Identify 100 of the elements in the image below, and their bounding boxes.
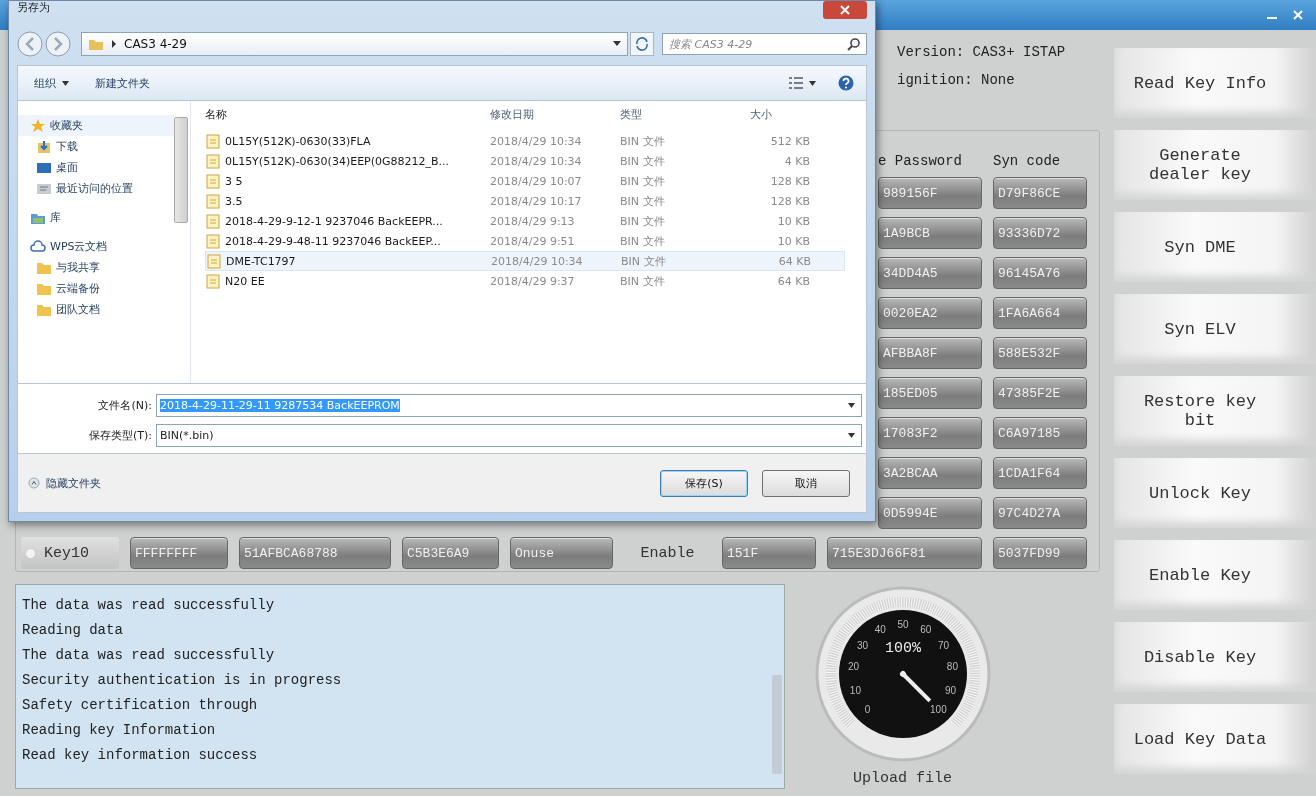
search-icon [847, 37, 861, 51]
file-icon [205, 233, 221, 249]
back-icon[interactable] [17, 31, 43, 57]
column-header[interactable]: 大小 [720, 107, 810, 122]
hide-folders-toggle[interactable]: 隐藏文件夹 [28, 475, 101, 491]
table-cell: 97C4D27A [993, 497, 1087, 529]
organize-menu[interactable]: 组织 [30, 73, 73, 93]
folder-icon [88, 37, 104, 51]
action-button[interactable]: Syn DME [1114, 212, 1316, 282]
file-icon [205, 193, 221, 209]
caret-icon[interactable] [613, 41, 621, 47]
table-cell: 1A9BCB [878, 217, 982, 249]
path-segment[interactable]: CAS3 4-29 [124, 37, 187, 51]
table-cell: D79F86CE [993, 177, 1087, 209]
action-button[interactable]: Enable Key [1114, 540, 1316, 610]
file-size: 10 KB [776, 214, 810, 228]
file-name: 0L15Y(512K)-0630(34)EEP(0G88212_B... [225, 154, 450, 168]
table-cell: 1FA6A664 [993, 297, 1087, 329]
caret-icon [809, 80, 816, 86]
file-icon [205, 173, 221, 189]
help-icon[interactable] [838, 75, 854, 91]
file-row[interactable]: 2018-4-29-9-48-11 9237046 BackEEP... 2018/4/29 9:51 BIN 文件 10 KB [205, 231, 866, 251]
dial-label: 60 [919, 624, 931, 636]
file-date: 2018/4/29 10:34 [490, 154, 583, 168]
file-type: BIN 文件 [620, 133, 666, 149]
filetype-dropdown[interactable]: BIN(*.bin) [156, 424, 862, 447]
action-button[interactable]: Restore key bit [1114, 376, 1316, 446]
dial-label: 70 [937, 639, 949, 651]
file-name: 2018-4-29-9-48-11 9237046 BackEEP... [225, 234, 441, 248]
radio-button[interactable] [25, 547, 36, 559]
file-icon [206, 253, 222, 269]
file-name: 2018-4-29-9-12-1 9237046 BackEEPR... [225, 214, 443, 228]
sidebar-item[interactable]: 与我共享 [18, 257, 174, 278]
file-icon [205, 273, 221, 289]
file-row[interactable]: 2018-4-29-9-12-1 9237046 BackEEPR... 2018/4/29 9:13 BIN 文件 10 KB [205, 211, 866, 231]
file-row[interactable]: 3.5 2018/4/29 10:17 BIN 文件 128 KB [205, 191, 866, 211]
key-name: Key10 [44, 544, 89, 562]
download-icon [36, 138, 52, 155]
table-cell: 17083F2 [878, 417, 982, 449]
action-button[interactable]: Read Key Info [1114, 48, 1316, 118]
caret-icon [848, 403, 855, 408]
table-cell: Onuse [510, 537, 613, 569]
file-name: N20 EE [225, 274, 265, 288]
forward-icon[interactable] [45, 31, 71, 57]
action-button[interactable]: Generate dealer key [1114, 130, 1316, 200]
search-field[interactable]: 搜索 CAS3 4-29 [662, 33, 867, 55]
column-header[interactable]: 修改日期 [490, 107, 620, 122]
log-text: Security authentication is in progress [22, 671, 343, 690]
sidebar-item[interactable]: 库 [18, 207, 174, 228]
file-date: 2018/4/29 10:34 [491, 254, 584, 268]
action-button[interactable]: Syn ELV [1114, 294, 1316, 364]
table-cell: 5037FD99 [993, 537, 1087, 569]
gauge-reading: 100% [884, 640, 921, 657]
file-row[interactable]: N20 EE 2018/4/29 9:37 BIN 文件 64 KB [205, 271, 866, 291]
file-size: 64 KB [776, 274, 810, 288]
sidebar-item[interactable]: WPS云文档 [18, 236, 174, 257]
table-cell: C6A97185 [993, 417, 1087, 449]
file-row[interactable]: 3 5 2018/4/29 10:07 BIN 文件 128 KB [205, 171, 866, 191]
status-text: Enable [639, 543, 696, 564]
refresh-icon[interactable] [630, 32, 654, 56]
table-cell: C5B3E6A9 [402, 537, 499, 569]
sidebar-item[interactable]: 下载 [18, 136, 174, 157]
scrollbar[interactable] [174, 117, 188, 223]
file-row[interactable]: 0L15Y(512K)-0630(33)FLA 2018/4/29 10:34 BIN 文件 512 KB [205, 131, 866, 151]
key-label[interactable]: Key10 [21, 537, 119, 569]
table-cell: 34DD4A5 [878, 257, 982, 289]
action-button[interactable]: Disable Key [1114, 622, 1316, 692]
close-icon[interactable] [823, 1, 867, 19]
action-button[interactable]: Load Key Data [1114, 704, 1316, 774]
file-type: BIN 文件 [620, 173, 666, 189]
table-cell: 588E532F [993, 337, 1087, 369]
action-button[interactable]: Unlock Key [1114, 458, 1316, 528]
sidebar-item[interactable]: 桌面 [18, 157, 174, 178]
address-bar[interactable]: CAS3 4-29 [81, 32, 628, 56]
file-icon [205, 133, 221, 149]
file-row[interactable]: 0L15Y(512K)-0630(34)EEP(0G88212_B... 2018/4/29 10:34 BIN 文件 4 KB [205, 151, 866, 171]
field-label: 文件名(N): [97, 398, 153, 413]
scrollbar[interactable] [772, 675, 782, 774]
dialog-button[interactable]: 取消 [762, 469, 850, 497]
sidebar-item[interactable]: 云端备份 [18, 278, 174, 299]
log-text: The data was read successfully [22, 646, 276, 665]
sidebar-item[interactable]: 收藏夹 [18, 115, 174, 136]
new-folder-button[interactable]: 新建文件夹 [91, 73, 154, 93]
file-size: 128 KB [769, 194, 810, 208]
table-cell: 0D5994E [878, 497, 982, 529]
caret-icon [848, 433, 855, 438]
column-header: Syn code [993, 153, 1062, 169]
close-icon[interactable] [1292, 9, 1304, 21]
table-cell: 715E3DJ66F81 [827, 537, 982, 569]
column-header[interactable]: 名称 [205, 107, 490, 122]
file-name: DME-TC1797 [226, 254, 296, 268]
table-cell: 0020EA2 [878, 297, 982, 329]
column-header[interactable]: 类型 [620, 107, 720, 122]
sidebar-item[interactable]: 最近访问的位置 [18, 178, 174, 199]
file-row[interactable]: DME-TC1797 2018/4/29 10:34 BIN 文件 64 KB [205, 251, 845, 271]
log-text: Reading data [22, 621, 124, 640]
log-text: The data was read successfully [22, 596, 276, 615]
sidebar-item[interactable]: 团队文档 [18, 299, 174, 320]
file-date: 2018/4/29 10:34 [490, 134, 583, 148]
dialog-button[interactable]: 保存(S) [660, 469, 748, 497]
